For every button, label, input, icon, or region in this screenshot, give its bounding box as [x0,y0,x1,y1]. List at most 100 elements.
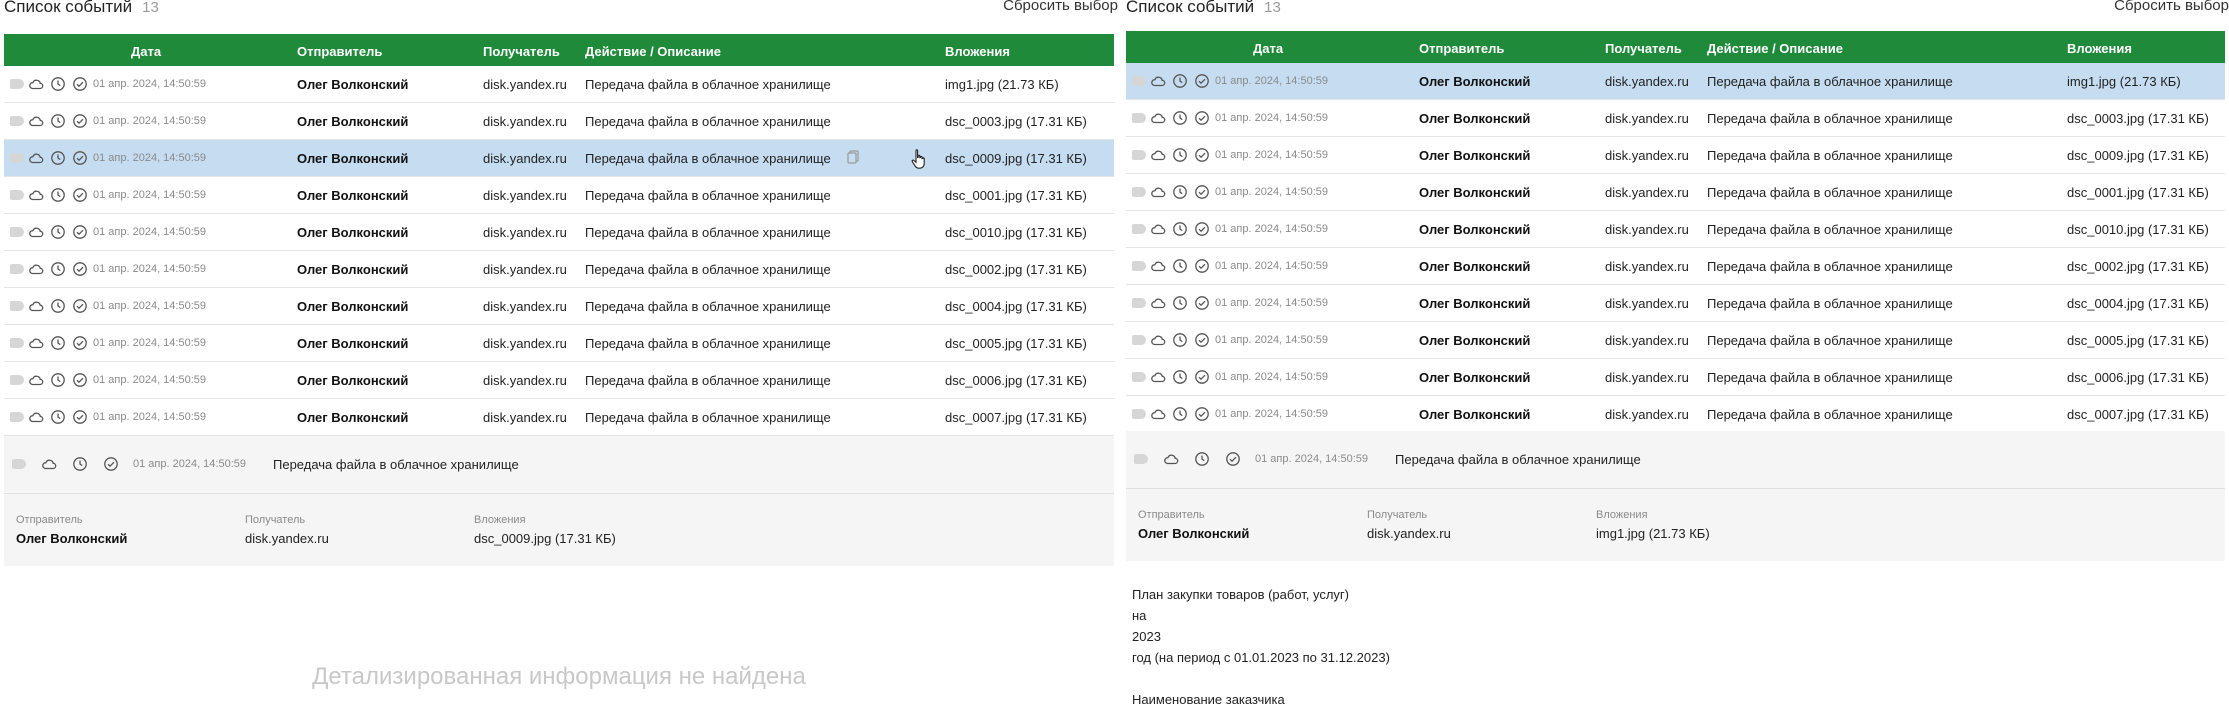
tag-icon[interactable] [1132,409,1146,419]
row-attachment[interactable]: dsc_0002.jpg (17.31 КБ) [2067,259,2209,274]
row-attachment[interactable]: dsc_0001.jpg (17.31 КБ) [945,188,1087,203]
column-date[interactable]: Дата [131,44,161,59]
clock-icon[interactable] [50,335,66,351]
check-circle-icon[interactable] [1194,258,1210,274]
clock-icon[interactable] [1172,184,1188,200]
cloud-icon[interactable] [28,409,44,425]
table-row[interactable]: 01 апр. 2024, 14:50:59 Олег Волконский dis… [1126,100,2225,137]
cloud-icon[interactable] [1150,295,1166,311]
table-row[interactable]: 01 апр. 2024, 14:50:59 Олег Волконский dis… [1126,248,2225,285]
table-row[interactable]: 01 апр. 2024, 14:50:59 Олег Волконский dis… [1126,137,2225,174]
row-attachment[interactable]: dsc_0003.jpg (17.31 КБ) [2067,111,2209,126]
tag-icon[interactable] [10,227,24,237]
clock-icon[interactable] [1172,258,1188,274]
cloud-icon[interactable] [28,298,44,314]
reset-selection-button[interactable]: Сбросить выбор [2114,0,2229,14]
table-row[interactable]: 01 апр. 2024, 14:50:59 Олег Волконский dis… [4,214,1114,251]
check-circle-icon[interactable] [1194,295,1210,311]
check-circle-icon[interactable] [1194,369,1210,385]
check-circle-icon[interactable] [72,224,88,240]
column-sender[interactable]: Отправитель [1419,41,1504,56]
clock-icon[interactable] [50,113,66,129]
table-row[interactable]: 01 апр. 2024, 14:50:59 Олег Волконский dis… [1126,285,2225,322]
check-circle-icon[interactable] [1194,332,1210,348]
cloud-icon[interactable] [1150,73,1166,89]
check-circle-icon[interactable] [72,261,88,277]
clock-icon[interactable] [50,409,66,425]
cloud-icon[interactable] [28,150,44,166]
check-circle-icon[interactable] [1194,110,1210,126]
column-action[interactable]: Действие / Описание [1707,41,1843,56]
clock-icon[interactable] [50,261,66,277]
table-row[interactable]: 01 апр. 2024, 14:50:59 Олег Волконский dis… [1126,322,2225,359]
clock-icon[interactable] [1172,295,1188,311]
column-sender[interactable]: Отправитель [297,44,382,59]
table-row[interactable]: 01 апр. 2024, 14:50:59 Олег Волконский dis… [4,103,1114,140]
cloud-icon[interactable] [28,372,44,388]
table-row[interactable]: 01 апр. 2024, 14:50:59 Олег Волконский dis… [4,288,1114,325]
tag-icon[interactable] [1132,76,1146,86]
check-circle-icon[interactable] [72,409,88,425]
row-attachment[interactable]: dsc_0003.jpg (17.31 КБ) [945,114,1087,129]
tag-icon[interactable] [1132,150,1146,160]
column-date[interactable]: Дата [1253,41,1283,56]
reset-selection-button[interactable]: Сбросить выбор [1003,0,1118,14]
tag-icon[interactable] [10,116,24,126]
table-row[interactable]: 01 апр. 2024, 14:50:59 Олег Волконский dis… [4,362,1114,399]
clock-icon[interactable] [50,150,66,166]
check-circle-icon[interactable] [1194,147,1210,163]
row-attachment[interactable]: dsc_0009.jpg (17.31 КБ) [2067,148,2209,163]
table-row[interactable]: 01 апр. 2024, 14:50:59 Олег Волконский dis… [4,251,1114,288]
cloud-icon[interactable] [28,335,44,351]
row-attachment[interactable]: img1.jpg (21.73 КБ) [2067,74,2181,89]
table-row[interactable]: 01 апр. 2024, 14:50:59 Олег Волконский dis… [1126,63,2225,100]
row-attachment[interactable]: dsc_0006.jpg (17.31 КБ) [945,373,1087,388]
table-row[interactable]: 01 апр. 2024, 14:50:59 Олег Волконский dis… [4,399,1114,436]
cloud-icon[interactable] [1150,184,1166,200]
tag-icon[interactable] [10,153,24,163]
row-attachment[interactable]: dsc_0002.jpg (17.31 КБ) [945,262,1087,277]
row-attachment[interactable]: dsc_0001.jpg (17.31 КБ) [2067,185,2209,200]
cloud-icon[interactable] [28,261,44,277]
tag-icon[interactable] [1132,335,1146,345]
check-circle-icon[interactable] [72,113,88,129]
table-row[interactable]: 01 апр. 2024, 14:50:59 Олег Волконский dis… [4,66,1114,103]
tag-icon[interactable] [10,301,24,311]
table-row[interactable]: 01 апр. 2024, 14:50:59 Олег Волконский dis… [4,140,1114,177]
table-row[interactable]: 01 апр. 2024, 14:50:59 Олег Волконский dis… [1126,211,2225,248]
row-attachment[interactable]: dsc_0007.jpg (17.31 КБ) [2067,407,2209,422]
tag-icon[interactable] [1132,298,1146,308]
tag-icon[interactable] [10,338,24,348]
cloud-icon[interactable] [1150,221,1166,237]
column-recipient[interactable]: Получатель [483,44,560,59]
tag-icon[interactable] [1132,187,1146,197]
cloud-icon[interactable] [28,113,44,129]
cloud-icon[interactable] [28,187,44,203]
clock-icon[interactable] [1172,221,1188,237]
check-circle-icon[interactable] [72,335,88,351]
table-row[interactable]: 01 апр. 2024, 14:50:59 Олег Волконский dis… [1126,174,2225,211]
row-attachment[interactable]: dsc_0010.jpg (17.31 КБ) [945,225,1087,240]
tag-icon[interactable] [1132,372,1146,382]
column-attachments[interactable]: Вложения [2067,41,2132,56]
check-circle-icon[interactable] [72,372,88,388]
row-attachment[interactable]: dsc_0009.jpg (17.31 КБ) [945,151,1087,166]
clock-icon[interactable] [1172,369,1188,385]
detail-attachment[interactable]: img1.jpg (21.73 КБ) [1596,526,1710,541]
column-recipient[interactable]: Получатель [1605,41,1682,56]
check-circle-icon[interactable] [72,298,88,314]
table-row[interactable]: 01 апр. 2024, 14:50:59 Олег Волконский dis… [1126,359,2225,396]
clock-icon[interactable] [50,224,66,240]
tag-icon[interactable] [1132,113,1146,123]
table-row[interactable]: 01 апр. 2024, 14:50:59 Олег Волконский dis… [1126,396,2225,433]
tag-icon[interactable] [10,264,24,274]
table-row[interactable]: 01 апр. 2024, 14:50:59 Олег Волконский dis… [4,177,1114,214]
cloud-icon[interactable] [28,224,44,240]
tag-icon[interactable] [10,375,24,385]
table-row[interactable]: 01 апр. 2024, 14:50:59 Олег Волконский dis… [4,325,1114,362]
cloud-icon[interactable] [1150,332,1166,348]
check-circle-icon[interactable] [72,76,88,92]
copy-icon[interactable] [847,150,859,164]
tag-icon[interactable] [1132,224,1146,234]
check-circle-icon[interactable] [72,150,88,166]
